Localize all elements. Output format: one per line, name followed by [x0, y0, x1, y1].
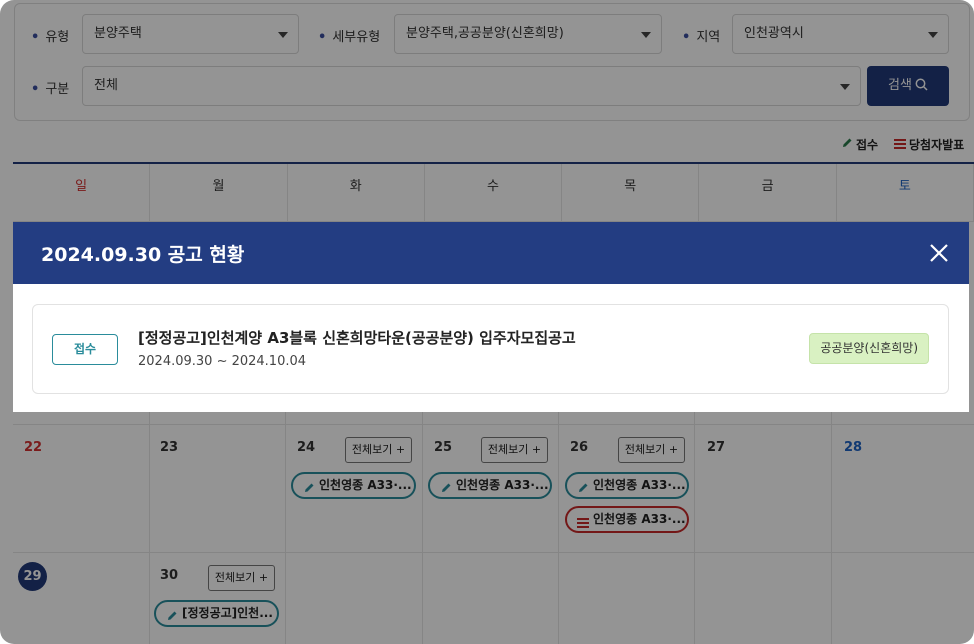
close-button[interactable] [929, 243, 949, 263]
modal-header: 2024.09.30 공고 현황 [13, 222, 969, 284]
type-badge: 공공분양(신혼희망) [809, 333, 929, 364]
app-frame: • 유형 분양주택 • 세부유형 분양주택,공공분양(신혼희망) • 지역 인천광역시… [0, 0, 974, 644]
close-icon [930, 244, 948, 262]
status-badge: 접수 [52, 334, 118, 365]
notice-title[interactable]: [정정공고]인천계양 A3블록 신혼희망타운(공공분양) 입주자모집공고 [138, 327, 576, 348]
notice-card[interactable]: 접수 [정정공고]인천계양 A3블록 신혼희망타운(공공분양) 입주자모집공고 … [32, 304, 949, 394]
notice-modal: 2024.09.30 공고 현황 접수 [정정공고]인천계양 A3블록 신혼희망… [13, 222, 969, 412]
notice-period: 2024.09.30 ~ 2024.10.04 [138, 354, 307, 369]
modal-title: 2024.09.30 공고 현황 [41, 244, 245, 266]
